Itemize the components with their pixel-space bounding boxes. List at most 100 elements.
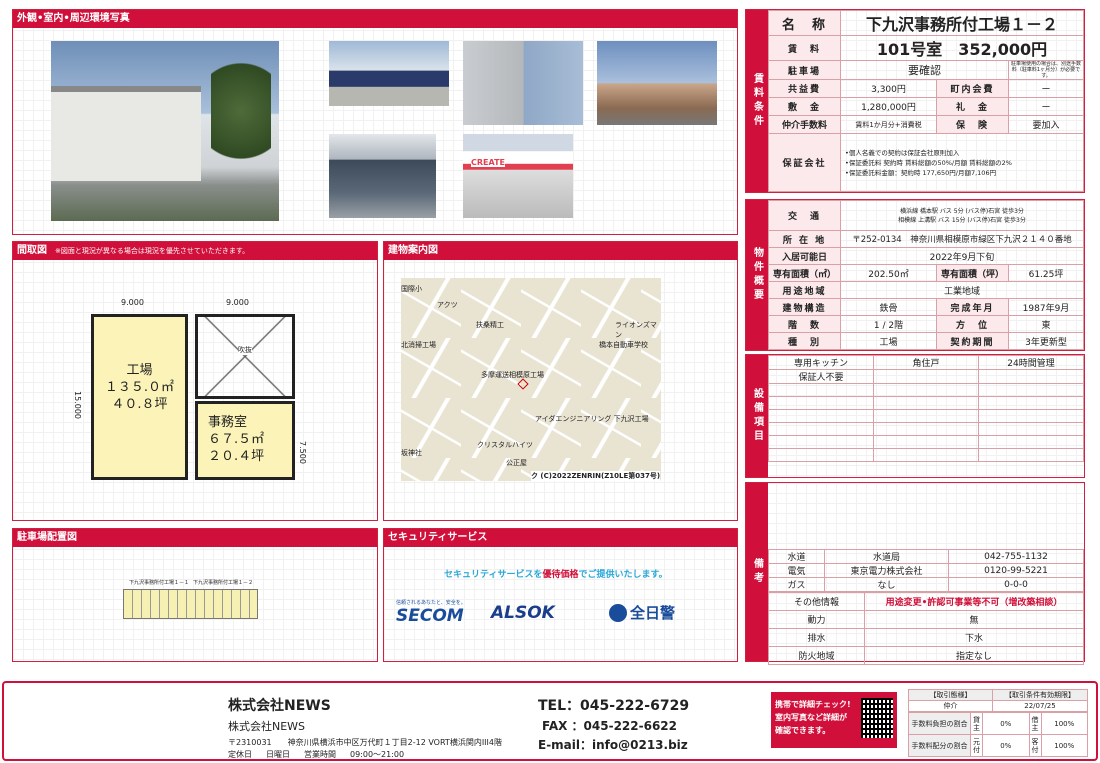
lessee-label: 借主 [1028,712,1042,735]
parking-label-1: 下九沢事務所付工場１－１ [129,580,190,586]
town-label: 町内会費 [936,79,1009,98]
fax: FAX ：045-222-6622 [542,719,677,733]
security-title: セキュリティサービス [388,532,488,543]
office-name: 事務室 [208,415,248,430]
room-number: 101号室 [876,40,943,59]
util-phone: 0-0-0 [948,577,1084,592]
map-label: 橋本自動車学校 [599,341,648,349]
name-label: 名 称 [768,10,841,36]
qr-code-icon[interactable] [861,698,893,738]
other-value: 用途変更•許認可事業等不可（増改築相談） [864,592,1084,611]
drain-value: 下水 [864,628,1084,647]
map-title: 建物案内図 [388,245,438,256]
mode-label: 【取引態様】 [908,689,993,701]
valid-value: 22/07/25 [992,700,1088,712]
parking-value: 要確認 [840,60,1009,80]
office-area-tsubo: ２０.４坪 [208,449,265,464]
fire-value: 指定なし [864,646,1084,665]
fire-label: 防火地域 [768,646,865,665]
terms-table: 【取引態様】 【取引条件有効期限】 仲介 22/07/25 [908,689,1088,712]
void-area: 吹抜 [195,314,295,399]
floorplan-header: 間取図 ※図面と現況が異なる場合は現況を優先させていただきます。 [13,242,377,260]
rent-side-label: 賃料条件 [746,10,768,192]
qr-promo: 携帯で詳細チェック! 室内写真など詳細が 確認できます。 [771,692,897,748]
hours-value: 09:00～21:00 [350,750,405,759]
neighborhood-photo-4 [329,134,436,218]
access-line: 横浜線 橋本駅 バス 5分 (バス停)石宮 徒歩3分 [900,207,1024,215]
valid-label: 【取引条件有効期限】 [992,689,1088,701]
zennikkei-name: 全日警 [630,604,676,622]
floor-plan: 9.000 9.000 15.000 7.500 工場 １３５.０㎡ ４０.８坪… [13,261,377,520]
company-name-2: 株式会社NEWS [228,720,306,733]
zennikkei-icon [609,603,627,622]
rent-panel: 賃料条件 名 称下九沢事務所付工場１－２ 賃 料 101号室 352,000円 駐… [745,9,1085,193]
parking-label: 駐車場 [768,60,841,80]
dim-top-left: 9.000 [121,298,144,307]
available-value: 2022年9月下旬 [840,247,1084,265]
map-label: クリスタルハイツ [477,441,533,449]
area-m-label: 専有面積（㎡） [768,264,841,282]
util-label: ガス [768,577,825,592]
direction-value: 東 [1008,315,1084,333]
key-money-label: 礼 金 [936,97,1009,116]
tagline-post: でご提供いたします。 [578,570,668,580]
zone-value: 工業地域 [840,281,1084,299]
deposit-value: 1,280,000円 [840,97,937,116]
util-phone: 0120-99-5221 [948,563,1084,578]
util-label: 電気 [768,563,825,578]
company-address: 〒2310031 神奈川県横浜市中区万代町１丁目2-12 VORT横浜関内III… [228,738,502,747]
guarantor-line: •保証委託料金額：契約時 177,650円/月額7,106円 [845,168,997,177]
photos-title: 外観•室内•周辺環境写真 [17,13,130,24]
factory-name: 工場 [126,363,153,378]
fee-burden-label: 手数料負担の割合 [908,712,971,735]
secom-slogan: 信頼されるあなたと、安全を。 [396,600,466,606]
address-value: 〒252-0134 神奈川県相模原市緑区下九沢２１４０番地 [840,230,1084,248]
map-image: 国際小 アクツ 扶桑精工 北消掃工場 ライオンズマン 橋本自動車学校 多摩運送相… [401,278,661,481]
remarks-side-label: 備考 [746,483,768,661]
insurance-value: 要加入 [1008,115,1084,134]
util-phone: 042-755-1132 [948,549,1084,564]
dim-left: 15.000 [73,391,82,419]
property-name: 下九沢事務所付工場１－２ [840,10,1084,36]
void-label: 吹抜 [238,345,252,355]
zennikkei-logo: 全日警 [609,602,675,623]
fee-split-label: 手数料配分の割合 [908,734,971,757]
tel[interactable]: TEL：045-222-6729 [538,695,689,715]
equipment-item: 保証人不要 [768,369,874,384]
remarks-table: 水道 水道局 042-755-1132 電気 東京電力株式会社 0120-99-5221… [768,549,1084,592]
location-marker-icon [517,378,529,390]
access-label: 交 通 [768,200,841,231]
tagline-pre: セキュリティサービスを [444,570,543,580]
area-t-label: 専有面積（坪） [936,264,1009,282]
lessee-ratio: 100% [1040,712,1088,735]
town-value: ー [1008,79,1084,98]
tagline-em: 優待価格 [542,570,579,580]
lessor-ratio: 0% [982,712,1030,735]
kyaku-ratio: 100% [1040,734,1088,757]
parking-header: 駐車場配置図 [13,529,377,547]
equipment-table: 専用キッチン 角住戸 24時間管理 保証人不要 [768,355,1084,462]
company-name: 株式会社NEWS [228,698,331,714]
map-label: 北消掃工場 [401,341,436,349]
floors-label: 階 数 [768,315,841,333]
fee-label: 仲介手数料 [768,115,841,134]
company-hours: 定休日 日曜日 営業時間 09:00～21:00 [228,749,404,760]
guarantor-line: •保証委託料 契約時 賃料総額の50%/月額 賃料総額の2% [845,158,1012,167]
structure-value: 鉄骨 [840,298,937,316]
equipment-side-label: 設備項目 [746,355,768,477]
parking-note: 駐車場使用の場合は、別途手数料（駐車料1ヶ月分）が必要です。 [1008,60,1084,80]
hours-label: 営業時間 [304,750,336,759]
power-label: 動力 [768,610,865,629]
neighborhood-photo-2 [463,41,583,125]
type-label: 種 別 [768,332,841,350]
guarantor-label: 保証会社 [768,133,841,192]
area-t-value: 61.25坪 [1008,264,1084,282]
map-label: アクツ [437,301,458,309]
property-table: 交 通 横浜線 橋本駅 バス 5分 (バス停)石宮 徒歩3分 相模線 上溝駅 バス … [768,200,1084,350]
moto-ratio: 0% [982,734,1030,757]
built-label: 完成年月 [936,298,1009,316]
contract-label: 契約期間 [936,332,1009,350]
email[interactable]: E-mail：info@0213.biz [538,736,688,753]
secom-logo: 信頼されるあなたと、安全を。 SECOM [396,599,466,626]
map-panel: 建物案内図 国際小 アクツ 扶桑精工 北消掃工場 ライオンズマン 橋本自動車学校… [383,241,738,521]
